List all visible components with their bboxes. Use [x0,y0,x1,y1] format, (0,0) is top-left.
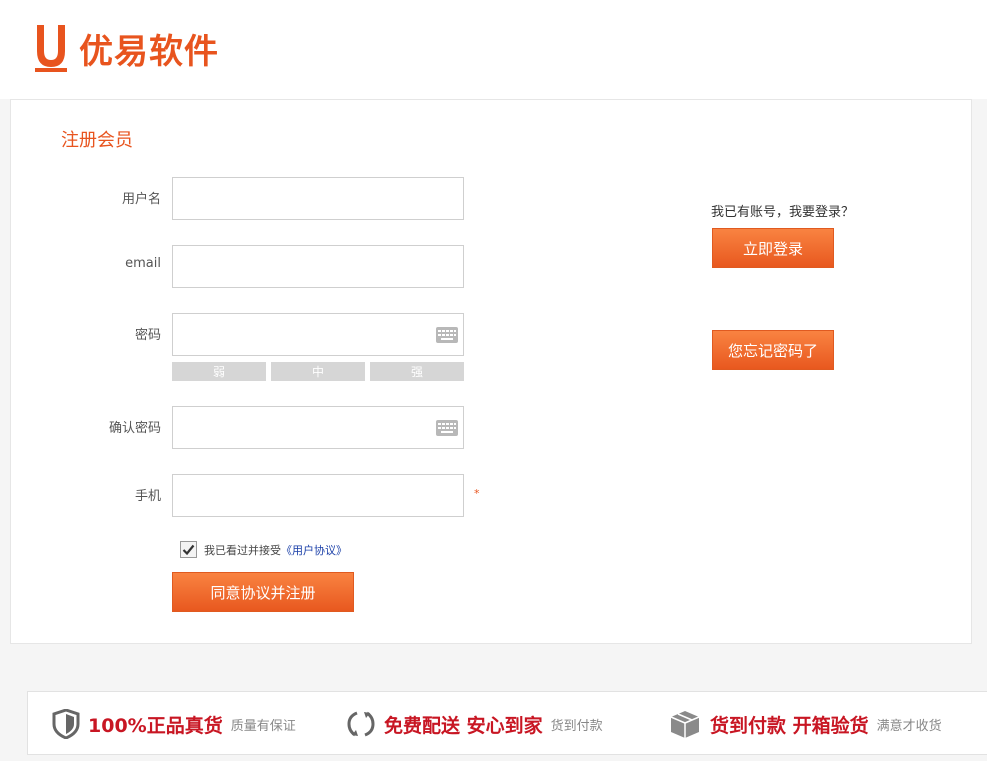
package-icon [670,711,700,738]
logo-mark-icon [35,25,67,72]
login-button[interactable]: 立即登录 [712,228,834,268]
password-input[interactable] [172,313,464,356]
password-label: 密码 [134,328,161,343]
checkmark-icon [182,544,195,556]
confirm-password-input[interactable] [172,406,464,449]
refresh-icon [347,711,375,737]
username-label: 用户名 [121,192,161,207]
user-agreement-link[interactable]: 《用户协议》 [281,542,347,558]
promo-delivery-title: 免费配送 安心到家 [384,714,543,737]
strength-medium: 中 [271,362,365,381]
email-label: email [125,256,161,271]
required-mark: * [474,487,480,500]
page-title: 注册会员 [61,130,133,151]
promo-cod-sub: 满意才收货 [876,718,942,734]
agreement-row: 我已看过并接受 《用户协议》 [180,541,347,558]
phone-input[interactable] [172,474,464,517]
password-strength-meter: 弱 中 强 [172,362,464,381]
shield-icon [52,709,80,739]
brand-name: 优易软件 [79,31,219,72]
promo-cod-title: 货到付款 开箱验货 [710,714,869,737]
confirm-password-label: 确认密码 [108,421,161,436]
promo-delivery: 免费配送 安心到家 货到付款 [346,692,631,756]
login-prompt: 我已有账号，我要登录？ [711,205,855,220]
promo-genuine-sub: 质量有保证 [230,718,296,734]
agree-text: 我已看过并接受 [204,543,281,557]
register-panel: 注册会员 用户名 email 密码 弱 中 强 确认密码 手机 * 我已看过并接… [10,99,972,644]
promo-genuine: 100%正品真货 质量有保证 [52,692,352,756]
register-button[interactable]: 同意协议并注册 [172,572,354,612]
strength-strong: 强 [370,362,464,381]
promo-delivery-sub: 货到付款 [550,718,603,734]
email-input[interactable] [172,245,464,288]
keyboard-icon[interactable] [436,327,458,343]
phone-label: 手机 [134,489,161,504]
header: 优易软件 [0,0,987,99]
promo-bar: 100%正品真货 质量有保证 免费配送 安心到家 货到付款 货到付款 开箱验货 … [27,691,987,755]
promo-cod: 货到付款 开箱验货 满意才收货 [668,692,987,756]
forgot-password-button[interactable]: 您忘记密码了 [712,330,834,370]
agree-checkbox[interactable] [180,541,197,558]
username-input[interactable] [172,177,464,220]
promo-genuine-title: 100%正品真货 [88,714,223,737]
logo[interactable]: 优易软件 [33,22,219,74]
keyboard-icon[interactable] [436,420,458,436]
strength-weak: 弱 [172,362,266,381]
